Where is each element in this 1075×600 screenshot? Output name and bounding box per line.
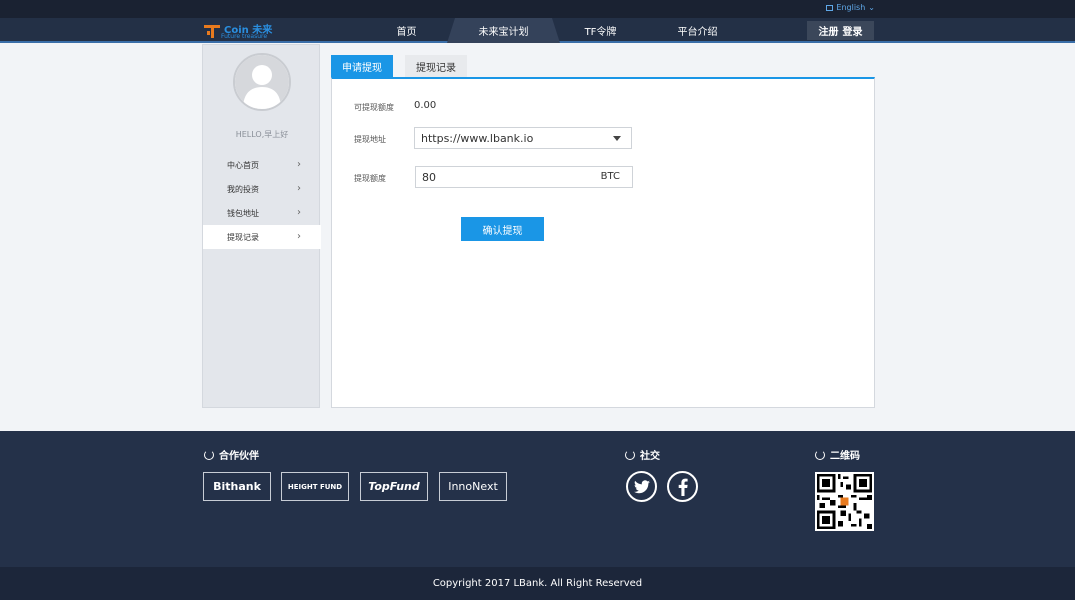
recycle-icon xyxy=(204,449,214,460)
sidebar: HELLO,早上好 中心首页 › 我的投资 › 钱包地址 › 提现记录 › xyxy=(202,44,321,408)
nav-item-platform-intro[interactable]: 平台介绍 xyxy=(649,18,746,43)
auth-buttons: 注册 登录 xyxy=(807,21,874,40)
partner-innonext[interactable]: InnoNext xyxy=(439,472,507,501)
partners-heading: 合作伙伴 xyxy=(204,447,259,462)
language-selector[interactable]: English ⌄ xyxy=(826,3,875,12)
tab-withdraw-records[interactable]: 提现记录 xyxy=(405,55,467,77)
social-title: 社交 xyxy=(640,451,660,462)
amount-input[interactable]: 80 BTC xyxy=(415,166,633,188)
partner-height-fund[interactable]: HEIGHT FUND xyxy=(281,472,349,501)
qr-code xyxy=(815,472,874,531)
register-link[interactable]: 注册 xyxy=(819,23,839,38)
header: Coin 未来 Future treasure 首页 未来宝计划 TF令牌 平台… xyxy=(0,18,1075,43)
chevron-right-icon: › xyxy=(297,207,301,218)
top-strip: English ⌄ xyxy=(0,0,1075,18)
address-value: https://www.lbank.io xyxy=(421,131,534,145)
available-label: 可提现额度 xyxy=(354,103,394,112)
sidebar-item-label: 提现记录 xyxy=(227,232,259,242)
chevron-right-icon: › xyxy=(297,159,301,170)
sidebar-menu: 中心首页 › 我的投资 › 钱包地址 › 提现记录 › xyxy=(203,153,321,249)
sidebar-item-wallet-address[interactable]: 钱包地址 › xyxy=(203,201,321,225)
recycle-icon xyxy=(625,449,635,460)
address-select[interactable]: https://www.lbank.io xyxy=(414,127,632,149)
main-nav: 首页 未来宝计划 TF令牌 平台介绍 xyxy=(358,18,746,43)
nav-item-tf-token[interactable]: TF令牌 xyxy=(552,18,649,43)
nav-item-home[interactable]: 首页 xyxy=(358,18,455,43)
amount-label: 提现额度 xyxy=(354,174,386,183)
greeting: HELLO,早上好 xyxy=(235,130,289,139)
partner-topfund[interactable]: TopFund xyxy=(360,472,428,501)
twitter-icon[interactable] xyxy=(626,471,657,502)
flag-icon xyxy=(826,4,834,11)
amount-value: 80 xyxy=(422,170,436,184)
twitter-bird-icon xyxy=(633,479,650,493)
nav-item-future-plan[interactable]: 未来宝计划 xyxy=(447,18,560,43)
logo[interactable]: Coin 未来 Future treasure xyxy=(203,20,283,42)
sidebar-item-label: 中心首页 xyxy=(227,160,259,170)
language-label: English xyxy=(836,3,866,12)
partners-title: 合作伙伴 xyxy=(219,451,259,462)
partner-name: TopFund xyxy=(368,480,420,493)
confirm-withdraw-button[interactable]: 确认提现 xyxy=(461,217,544,241)
chevron-right-icon: › xyxy=(297,183,301,194)
footer xyxy=(0,431,1075,567)
tab-bar: 申请提现 提现记录 xyxy=(331,55,467,77)
chevron-down-icon: ⌄ xyxy=(868,3,875,12)
social-heading: 社交 xyxy=(625,447,660,462)
chevron-right-icon: › xyxy=(297,231,301,242)
sidebar-item-label: 钱包地址 xyxy=(227,208,259,218)
qr-title: 二维码 xyxy=(830,451,860,462)
partner-name: InnoNext xyxy=(448,480,498,493)
qr-code-image xyxy=(817,474,872,529)
facebook-f-icon xyxy=(678,478,688,496)
qr-heading: 二维码 xyxy=(815,447,860,462)
address-label: 提现地址 xyxy=(354,135,386,144)
user-icon xyxy=(235,55,289,109)
facebook-icon[interactable] xyxy=(667,471,698,502)
copyright: Copyright 2017 LBank. All Right Reserved xyxy=(0,567,1075,600)
dropdown-arrow-icon xyxy=(613,136,621,141)
tab-apply-withdraw[interactable]: 申请提现 xyxy=(331,55,393,77)
partner-name: Bithank xyxy=(213,480,261,493)
partner-bithank[interactable]: Bithank xyxy=(203,472,271,501)
available-value: 0.00 xyxy=(414,100,437,111)
amount-unit: BTC xyxy=(600,171,620,182)
sidebar-item-my-investment[interactable]: 我的投资 › xyxy=(203,177,321,201)
avatar xyxy=(233,53,291,111)
sidebar-item-center-home[interactable]: 中心首页 › xyxy=(203,153,321,177)
sidebar-item-label: 我的投资 xyxy=(227,184,259,194)
logo-subtext: Future treasure xyxy=(221,33,268,40)
sidebar-item-withdraw-records[interactable]: 提现记录 › xyxy=(203,225,321,249)
login-link[interactable]: 登录 xyxy=(843,23,863,38)
recycle-icon xyxy=(815,449,825,460)
logo-icon xyxy=(204,25,220,38)
partner-name: HEIGHT FUND xyxy=(287,482,343,491)
